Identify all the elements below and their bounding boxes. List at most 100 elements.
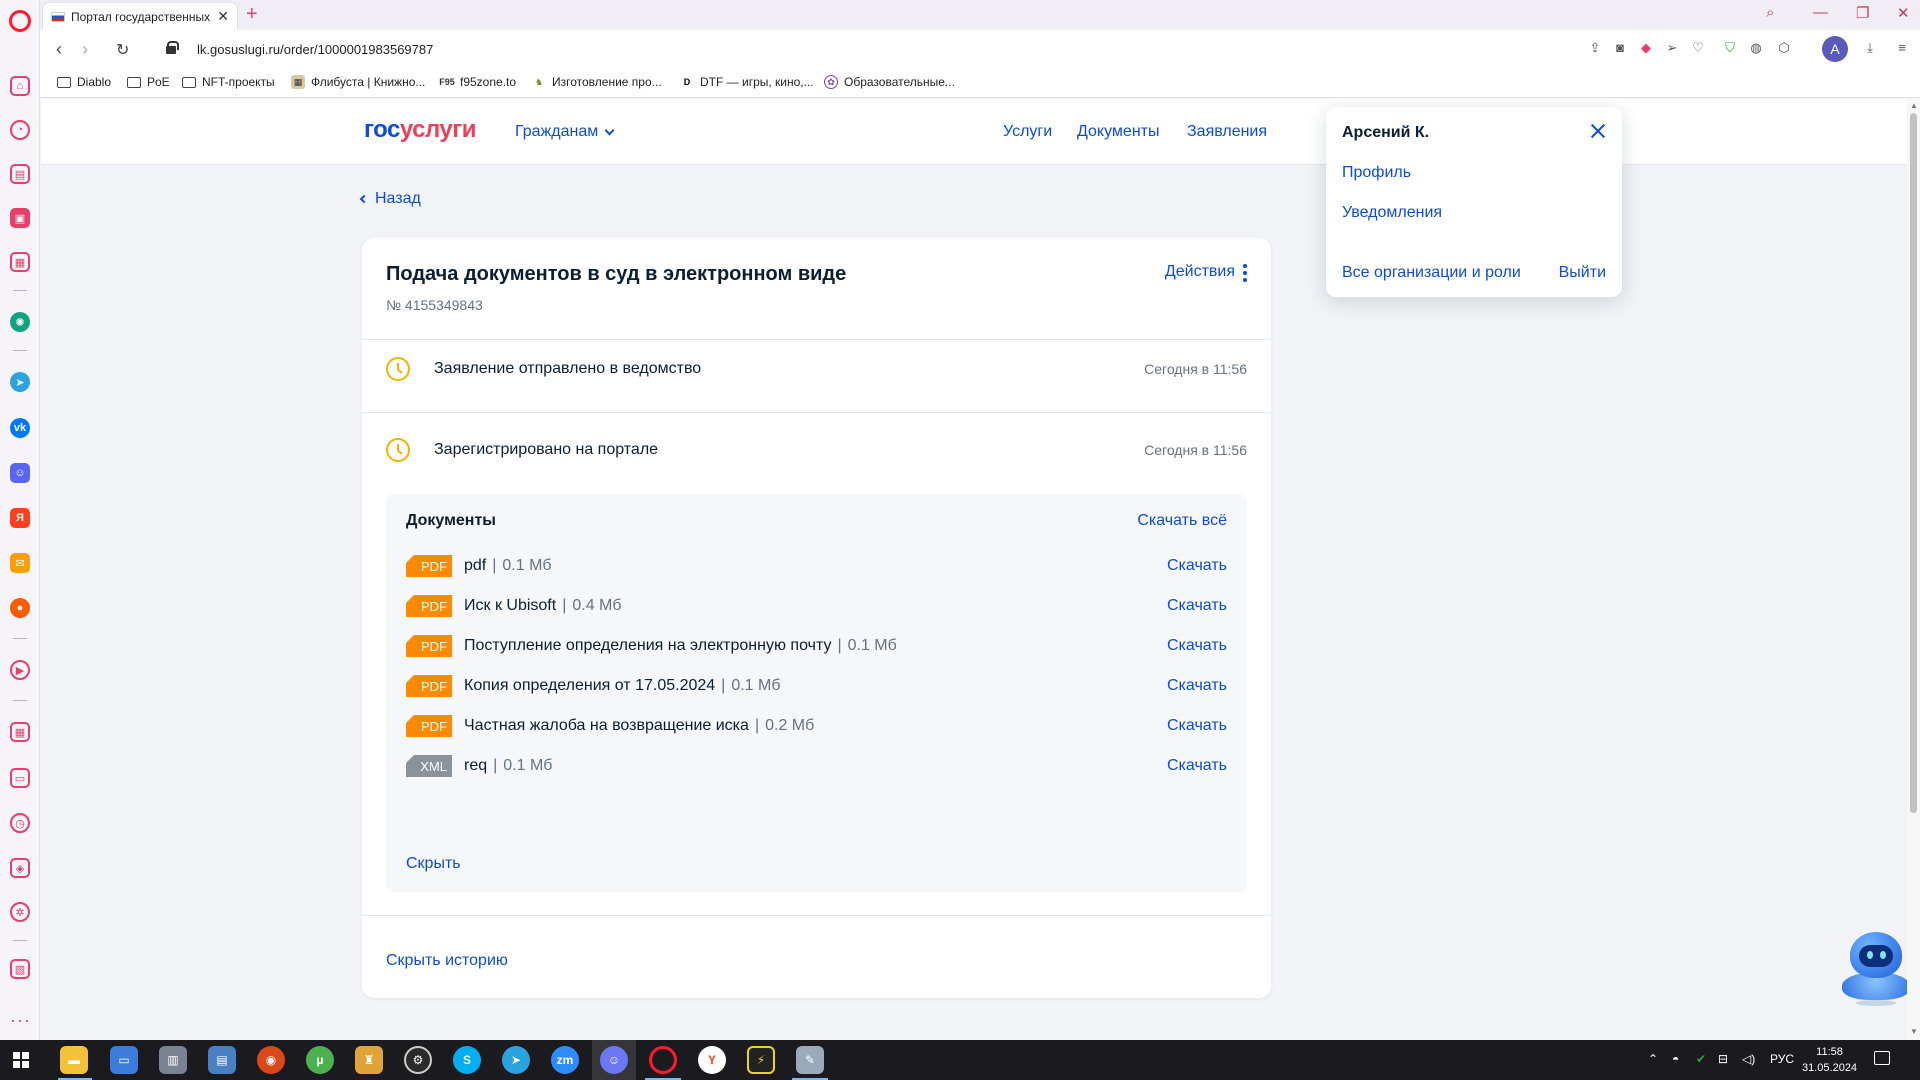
- scroll-up-icon[interactable]: ▲: [1910, 101, 1918, 110]
- file-explorer-icon[interactable]: ▬: [60, 1046, 88, 1074]
- player-icon[interactable]: ▶: [10, 660, 30, 680]
- document-name[interactable]: Иск к Ubisoft | 0.4 Мб: [464, 597, 622, 615]
- scroll-down-icon[interactable]: ▼: [1910, 1027, 1918, 1036]
- tray-expand-icon[interactable]: ⌃: [1648, 1052, 1658, 1066]
- actions-button[interactable]: Действия: [1165, 263, 1235, 281]
- more-icon[interactable]: ···: [10, 1010, 31, 1031]
- games-folder-icon[interactable]: ♜: [355, 1046, 383, 1074]
- speed-dial-icon[interactable]: ◔: [10, 120, 30, 140]
- camera-icon[interactable]: ◙: [1612, 40, 1628, 56]
- back-nav-icon[interactable]: ‹: [56, 39, 62, 60]
- telegram-taskbar-icon[interactable]: ➤: [502, 1046, 530, 1074]
- cpu-icon[interactable]: ▦: [10, 252, 30, 272]
- scrollbar[interactable]: ▲ ▼: [1907, 99, 1920, 1040]
- bookmark-f95zone[interactable]: F95 f95zone.to: [439, 75, 516, 89]
- browser-tab[interactable]: Портал государственных у ✕: [42, 2, 238, 30]
- snapshot-icon[interactable]: ▭: [10, 768, 30, 788]
- notification-center-icon[interactable]: [1874, 1051, 1890, 1065]
- recycle-bin-icon[interactable]: ▥: [159, 1046, 187, 1074]
- bookmark-education[interactable]: ✿ Образовательные...: [824, 75, 955, 89]
- download-icon[interactable]: ⤓: [1862, 40, 1878, 56]
- audience-selector[interactable]: Гражданам: [515, 123, 615, 141]
- close-window-icon[interactable]: ✕: [1897, 4, 1910, 22]
- tray-app-icon[interactable]: ◓: [1672, 1052, 1679, 1066]
- network-icon[interactable]: ⊟: [1718, 1052, 1728, 1066]
- document-name[interactable]: pdf | 0.1 Мб: [464, 557, 552, 575]
- profile-link[interactable]: Профиль: [1342, 164, 1411, 182]
- url-field[interactable]: lk.gosuslugi.ru/order/1000001983569787: [197, 42, 433, 57]
- app-icon[interactable]: ●: [10, 598, 30, 618]
- steam-icon[interactable]: ⚙: [404, 1046, 432, 1074]
- tab-close-icon[interactable]: ✕: [217, 8, 229, 25]
- send-icon[interactable]: ➢: [1664, 40, 1680, 56]
- input-language[interactable]: РУС: [1770, 1052, 1794, 1066]
- bookmark-dtf[interactable]: D DTF — игры, кино,...: [680, 75, 814, 89]
- hide-history-link[interactable]: Скрыть историю: [386, 952, 508, 970]
- skype-icon[interactable]: S: [453, 1046, 481, 1074]
- download-link[interactable]: Скачать: [1167, 597, 1227, 615]
- computer-icon[interactable]: ▭: [110, 1046, 138, 1074]
- power-app-icon[interactable]: ⚡: [747, 1046, 775, 1074]
- document-name[interactable]: Частная жалоба на возвращение иска | 0.2 М…: [464, 717, 814, 735]
- notepad-icon[interactable]: ▤: [208, 1046, 236, 1074]
- yandex-icon[interactable]: Я: [10, 508, 30, 528]
- download-link[interactable]: Скачать: [1167, 677, 1227, 695]
- game-controller-icon[interactable]: ⌂: [10, 76, 30, 96]
- document-name[interactable]: Поступление определения на электронную п…: [464, 637, 897, 655]
- minimize-icon[interactable]: —: [1813, 4, 1828, 21]
- kebab-menu-icon[interactable]: [1243, 264, 1247, 282]
- bookmark-izgotovlenie[interactable]: ♞ Изготовление про...: [532, 75, 662, 89]
- tray-shield-icon[interactable]: ✔: [1696, 1052, 1706, 1066]
- new-tab-icon[interactable]: +: [246, 3, 258, 26]
- extensions-icon[interactable]: ◈: [10, 858, 30, 878]
- bookmark-nft[interactable]: NFT-проекты: [182, 75, 275, 89]
- bookmark-flibusta[interactable]: ▦ Флибуста | Книжно...: [291, 75, 425, 89]
- gosuslugi-logo[interactable]: госуслуги: [364, 116, 477, 144]
- logout-link[interactable]: Выйти: [1559, 264, 1606, 282]
- opera-taskbar-icon[interactable]: [649, 1046, 677, 1074]
- nav-documents[interactable]: Документы: [1077, 123, 1159, 141]
- media-player-icon[interactable]: ◉: [257, 1046, 285, 1074]
- workspaces-icon[interactable]: ▦: [10, 722, 30, 742]
- forward-nav-icon[interactable]: ›: [82, 39, 88, 60]
- opera-logo-icon[interactable]: [9, 10, 31, 32]
- organizations-roles-link[interactable]: Все организации и роли: [1342, 264, 1521, 282]
- download-link[interactable]: Скачать: [1167, 757, 1227, 775]
- windows-start-icon[interactable]: [13, 1052, 29, 1068]
- telegram-icon[interactable]: ➤: [10, 372, 30, 392]
- restore-icon[interactable]: ❐: [1856, 4, 1869, 22]
- vpn-icon[interactable]: ◍: [1748, 40, 1764, 56]
- zoom-icon[interactable]: zm: [551, 1046, 579, 1074]
- search-tabs-icon[interactable]: ⌕: [1766, 4, 1774, 21]
- menu-icon[interactable]: ≡: [1894, 40, 1910, 56]
- chatgpt-icon[interactable]: ✺: [10, 312, 30, 332]
- hide-documents-link[interactable]: Скрыть: [406, 855, 461, 873]
- volume-icon[interactable]: ◁): [1742, 1052, 1755, 1066]
- download-all-link[interactable]: Скачать всё: [1137, 512, 1227, 530]
- nav-applications[interactable]: Заявления: [1187, 123, 1267, 141]
- bookmark-diablo[interactable]: Diablo: [57, 75, 111, 89]
- document-name[interactable]: req | 0.1 Мб: [464, 757, 552, 775]
- back-link[interactable]: Назад: [359, 190, 421, 208]
- lock-icon[interactable]: [166, 41, 179, 54]
- shield-icon[interactable]: ◆: [1638, 40, 1654, 56]
- reload-icon[interactable]: ↻: [116, 40, 129, 60]
- twitch-icon[interactable]: ▣: [10, 208, 30, 228]
- vk-icon[interactable]: vk: [10, 418, 30, 438]
- close-icon[interactable]: [1588, 121, 1608, 141]
- adblock-icon[interactable]: ⛉: [1722, 40, 1738, 56]
- settings-icon[interactable]: ✲: [10, 902, 30, 922]
- gallery-icon[interactable]: ▧: [10, 959, 30, 979]
- cube-icon[interactable]: ⬡: [1776, 40, 1792, 56]
- download-link[interactable]: Скачать: [1167, 557, 1227, 575]
- share-icon[interactable]: ⇪: [1587, 40, 1603, 56]
- download-link[interactable]: Скачать: [1167, 717, 1227, 735]
- bookmark-poe[interactable]: PoE: [127, 75, 170, 89]
- download-link[interactable]: Скачать: [1167, 637, 1227, 655]
- yandex-browser-icon[interactable]: Y: [698, 1046, 726, 1074]
- notifications-link[interactable]: Уведомления: [1342, 204, 1442, 222]
- robot-assistant-icon[interactable]: [1838, 930, 1918, 1010]
- heart-icon[interactable]: ♡: [1690, 40, 1706, 56]
- paint-icon[interactable]: ✎: [796, 1046, 824, 1074]
- discord-icon[interactable]: ☺: [10, 463, 30, 483]
